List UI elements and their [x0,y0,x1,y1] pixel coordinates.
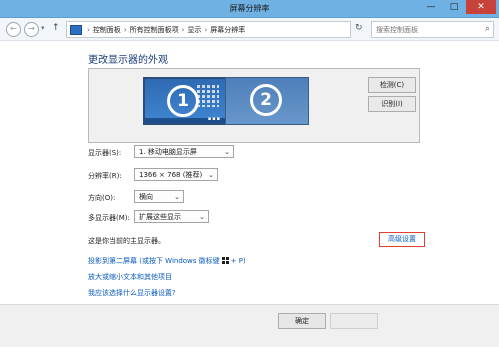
breadcrumb-control-panel[interactable]: 控制面板 [93,26,121,34]
breadcrumb: › 控制面板 › 所有控制面板项 › 显示 › 屏幕分辨率 [84,25,245,35]
monitor-1[interactable]: 1 ▪▪▪ [143,77,227,125]
ok-button[interactable]: 确定 [278,313,326,329]
back-button[interactable]: ← [6,22,21,37]
refresh-icon[interactable]: ↻ [355,23,363,33]
secondary-button[interactable] [330,313,378,329]
breadcrumb-separator: › [87,26,90,34]
breadcrumb-separator: › [123,26,127,34]
footer-bar: 确定 [0,304,499,347]
multiple-displays-select[interactable]: 扩展这些显示 ⌄ [134,210,209,223]
orientation-select-value: 横向 [139,193,153,201]
breadcrumb-display[interactable]: 显示 [187,26,201,34]
primary-display-note: 这是你当前的主显示器。 [88,237,165,245]
control-panel-icon [70,25,82,35]
identify-button[interactable]: 识别(I) [368,96,416,112]
breadcrumb-all-items[interactable]: 所有控制面板项 [130,26,179,34]
advanced-settings-link[interactable]: 高级设置 [379,232,425,247]
display-select[interactable]: 1. 移动电脑显示屏 ⌄ [134,145,234,158]
monitor-2-number: 2 [250,84,282,116]
search-box[interactable]: ⌕ [371,21,494,38]
chevron-down-icon: ⌄ [208,171,214,179]
project-second-screen-link[interactable]: 投影到第二屏幕 (或按下 Windows 徽标键 + P) [88,256,246,266]
search-icon[interactable]: ⌕ [485,24,490,34]
recent-pages-icon[interactable]: ▾ [41,24,45,32]
breadcrumb-separator: › [181,26,185,34]
search-input[interactable] [372,22,484,37]
chevron-down-icon: ⌄ [199,213,205,221]
close-button[interactable]: ✕ [466,0,496,14]
monitor-2[interactable]: 2 [225,77,309,125]
taskbar-dots: ▪▪▪ [207,116,221,122]
taskbar-strip: ▪▪▪ [145,116,225,123]
forward-button[interactable]: → [24,22,39,37]
chevron-down-icon: ⌄ [174,193,180,201]
windows-logo-icon [221,257,229,264]
breadcrumb-separator: › [204,26,208,34]
breadcrumb-screen-resolution[interactable]: 屏幕分辨率 [210,26,245,34]
address-bar[interactable]: ›控制面板›所有控制面板项›显示›屏幕分辨率 ▾ [66,21,408,38]
maximize-button[interactable]: □ [443,0,465,14]
multiple-displays-label: 多显示器(M): [88,214,130,222]
resolution-select-value: 1366 × 768 (推荐) [139,171,203,179]
project-link-prefix: 投影到第二屏幕 (或按下 Windows 徽标键 [88,257,220,265]
multiple-displays-select-value: 扩展这些显示 [139,213,181,221]
detect-button[interactable]: 检测(C) [368,77,416,93]
display-settings-help-link[interactable]: 我应该选择什么显示器设置? [88,288,176,298]
display-label: 显示器(S): [88,149,122,157]
navigation-bar: ← → ▾ ↑ ›控制面板›所有控制面板项›显示›屏幕分辨率 ▾ ↻ ⌕ [0,18,499,41]
orientation-select[interactable]: 横向 ⌄ [134,190,184,203]
display-select-value: 1. 移动电脑显示屏 [139,148,197,156]
minimize-button[interactable]: — [420,0,442,14]
resolution-label: 分辨率(R): [88,172,122,180]
title-bar: 屏幕分辨率 — □ ✕ [0,0,499,18]
orientation-label: 方向(O): [88,194,116,202]
page-title: 更改显示器的外观 [88,55,168,66]
text-size-link[interactable]: 放大或缩小文本和其他项目 [88,272,172,282]
resolution-select[interactable]: 1366 × 768 (推荐) ⌄ [134,168,218,181]
chevron-down-icon: ⌄ [224,148,230,156]
start-screen-icon [197,85,219,107]
project-link-suffix: + P) [230,257,246,265]
monitor-1-number: 1 [167,85,199,117]
up-arrow-icon[interactable]: ↑ [52,23,60,33]
monitor-arrangement-panel: 1 ▪▪▪ 2 检测(C) 识别(I) [88,68,420,143]
